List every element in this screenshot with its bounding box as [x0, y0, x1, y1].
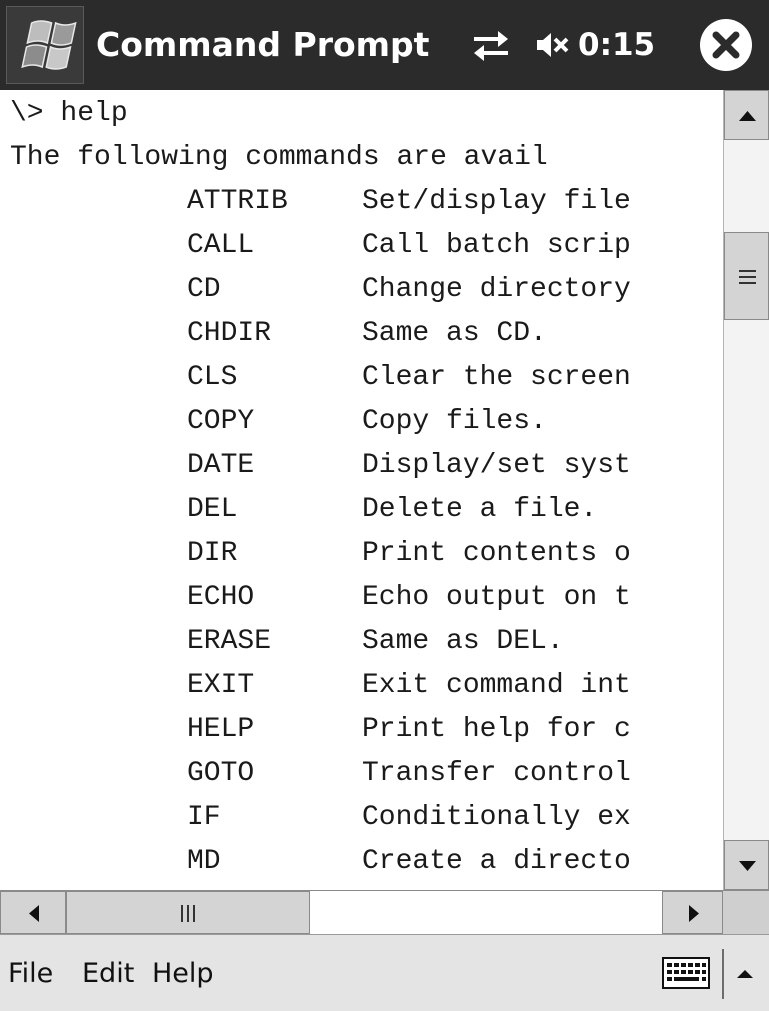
arrow-right-icon [689, 905, 699, 922]
command-name: EXIT [187, 670, 255, 701]
command-description: Conditionally ex [362, 802, 631, 833]
command-name: IF [187, 802, 221, 833]
command-name: ATTRIB [187, 186, 288, 217]
menu-help[interactable]: Help [152, 957, 214, 991]
console-output[interactable]: \> help The following commands are avail… [0, 90, 723, 890]
clock-time[interactable]: 0:15 [578, 20, 655, 70]
command-name: DEL [187, 494, 238, 525]
scrollbar-corner [723, 891, 769, 934]
windows-start-button[interactable] [6, 6, 84, 84]
menu-bar: File Edit Help [0, 934, 769, 1011]
command-name: CALL [187, 230, 255, 261]
command-name: DATE [187, 450, 255, 481]
command-name: ECHO [187, 582, 255, 613]
command-name: HELP [187, 714, 255, 745]
window-title: Command Prompt [96, 25, 430, 64]
vertical-scroll-thumb[interactable] [724, 232, 769, 320]
command-description: Display/set syst [362, 450, 631, 481]
arrow-left-icon [29, 905, 39, 922]
arrow-up-icon [739, 111, 756, 121]
menu-file[interactable]: File [8, 957, 53, 991]
scroll-right-button[interactable] [662, 891, 723, 934]
scroll-left-button[interactable] [0, 891, 66, 934]
command-name: COPY [187, 406, 255, 437]
command-description: Same as DEL. [362, 626, 564, 657]
command-description: Set/display file [362, 186, 631, 217]
command-description: Print contents o [362, 538, 631, 569]
prompt-line: \> help [10, 98, 128, 129]
arrow-up-icon [737, 970, 753, 978]
command-description: Same as CD. [362, 318, 547, 349]
command-description: Transfer control [362, 758, 631, 789]
command-name: CLS [187, 362, 238, 393]
scroll-down-button[interactable] [724, 840, 769, 890]
command-name: CD [187, 274, 221, 305]
command-name: GOTO [187, 758, 255, 789]
scroll-up-button[interactable] [724, 90, 769, 140]
command-description: Change directory [362, 274, 631, 305]
keyboard-icon[interactable] [662, 957, 710, 989]
intro-line: The following commands are avail [10, 142, 548, 173]
connectivity-icon[interactable] [470, 26, 512, 66]
command-description: Create a directo [362, 846, 631, 877]
windows-start-icon [21, 20, 77, 70]
command-description: Copy files. [362, 406, 547, 437]
grip-icon [739, 270, 756, 284]
volume-muted-icon[interactable] [535, 28, 569, 62]
command-name: DIR [187, 538, 238, 569]
horizontal-scroll-thumb[interactable] [66, 891, 310, 934]
close-icon [712, 31, 740, 59]
command-description: Clear the screen [362, 362, 631, 393]
command-description: Exit command int [362, 670, 631, 701]
command-description: Echo output on t [362, 582, 631, 613]
command-name: CHDIR [187, 318, 272, 349]
menu-edit[interactable]: Edit [82, 957, 134, 991]
arrow-down-icon [739, 861, 756, 871]
command-description: Call batch scrip [362, 230, 631, 261]
command-description: Delete a file. [362, 494, 598, 525]
vertical-scrollbar[interactable] [723, 90, 769, 890]
command-name: MD [187, 846, 221, 877]
grip-icon [181, 905, 195, 922]
title-bar: Command Prompt 0:15 [0, 0, 769, 90]
command-name: ERASE [187, 626, 272, 657]
command-description: Print help for c [362, 714, 631, 745]
horizontal-scrollbar[interactable] [0, 890, 769, 934]
input-panel-toggle[interactable] [722, 949, 766, 999]
close-button[interactable] [700, 19, 752, 71]
